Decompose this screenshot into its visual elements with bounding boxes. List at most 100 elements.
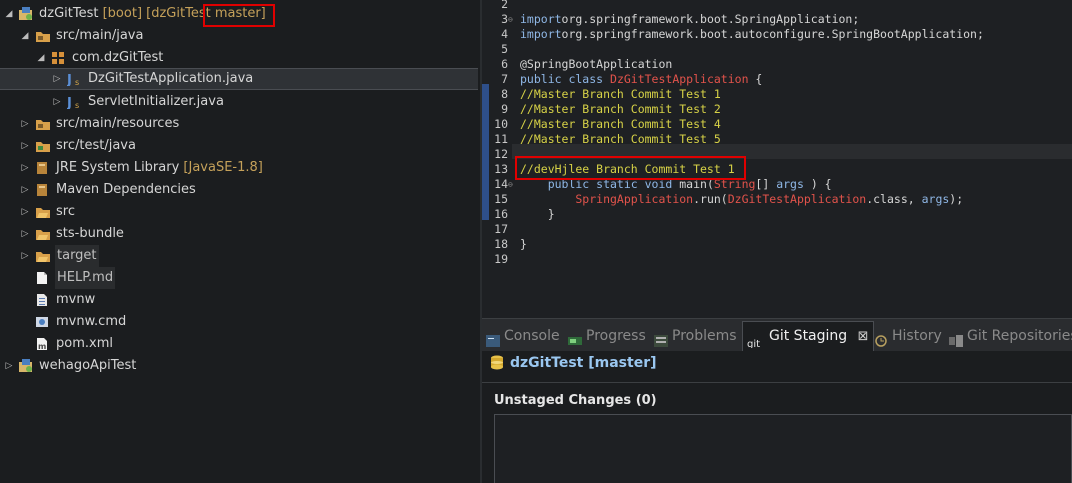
collapse-arrow-icon[interactable]: ▷ bbox=[19, 245, 31, 267]
code-token: import bbox=[520, 27, 562, 41]
folder-icon bbox=[35, 249, 50, 263]
tree-item-label: src bbox=[56, 204, 75, 219]
code-token: //Master Branch Commit Test 4 bbox=[520, 117, 721, 131]
code-line[interactable]: 5 bbox=[482, 42, 1072, 57]
close-tab-icon[interactable]: ⊠ bbox=[858, 329, 869, 344]
line-number: 3 bbox=[501, 12, 508, 26]
line-number: 17 bbox=[494, 222, 508, 236]
code-token: //Master Branch Commit Test 5 bbox=[520, 132, 721, 146]
code-token: .run( bbox=[693, 192, 728, 206]
code-line[interactable]: 11 //Master Branch Commit Test 5 bbox=[482, 132, 1072, 147]
tree-project-wehagoapitest[interactable]: ▷ wehagoApiTest bbox=[0, 355, 478, 377]
tree-item-dzgittestapplication[interactable]: ▷ Js DzGitTestApplication.java bbox=[0, 68, 478, 90]
tree-item-maven-dependencies[interactable]: ▷ Maven Dependencies bbox=[0, 179, 478, 201]
code-line[interactable]: 6 @SpringBootApplication bbox=[482, 57, 1072, 72]
tree-item-src-main-java[interactable]: ◢ src/main/java bbox=[0, 25, 478, 47]
line-number: 9 bbox=[501, 102, 508, 116]
code-text: importorg.springframework.boot.autoconfi… bbox=[520, 27, 984, 42]
code-token: ); bbox=[949, 192, 964, 206]
code-line[interactable]: 3 ⊖ importorg.springframework.boot.SpringA… bbox=[482, 12, 1072, 27]
tree-item-src-test-java[interactable]: ▷ src/test/java bbox=[0, 135, 478, 157]
tree-item-servletinitializer[interactable]: ▷ Js ServletInitializer.java bbox=[0, 91, 478, 113]
tab-console[interactable]: Console bbox=[486, 323, 560, 349]
tree-item-help-md[interactable]: HELP.md bbox=[0, 267, 478, 289]
tab-progress[interactable]: Progress bbox=[568, 323, 646, 349]
code-token: //Master Branch Commit Test 1 bbox=[520, 87, 721, 101]
tree-item-pom-xml[interactable]: m pom.xml bbox=[0, 333, 478, 355]
fold-toggle-icon[interactable]: ⊖ bbox=[508, 177, 513, 192]
code-line[interactable]: 19 bbox=[482, 252, 1072, 267]
code-line[interactable]: 7 public class DzGitTestApplication { bbox=[482, 72, 1072, 87]
unstaged-changes-header[interactable]: Unstaged Changes (0) bbox=[494, 390, 1072, 412]
tree-item-label: src/test/java bbox=[56, 138, 136, 153]
code-line[interactable]: 15 SpringApplication.run(DzGitTestApplic… bbox=[482, 192, 1072, 207]
expand-arrow-icon[interactable]: ◢ bbox=[3, 3, 15, 25]
git-repositories-icon bbox=[949, 330, 963, 347]
fold-toggle-icon[interactable]: ⊖ bbox=[508, 12, 513, 27]
collapse-arrow-icon[interactable]: ▷ bbox=[51, 91, 63, 113]
tree-item-mvnw-cmd[interactable]: mvnw.cmd bbox=[0, 311, 478, 333]
collapse-arrow-icon[interactable]: ▷ bbox=[19, 179, 31, 201]
tree-item-label: mvnw.cmd bbox=[56, 314, 127, 329]
code-line[interactable]: 18} bbox=[482, 237, 1072, 252]
tree-item-sts-bundle[interactable]: ▷ sts-bundle bbox=[0, 223, 478, 245]
tab-history[interactable]: History bbox=[874, 323, 942, 349]
code-token: DzGitTestApplication bbox=[727, 192, 867, 206]
svg-text:git: git bbox=[747, 339, 760, 348]
tree-item-mvnw[interactable]: mvnw bbox=[0, 289, 478, 311]
java-file-icon: Js bbox=[66, 95, 81, 111]
bottom-panel: Console Progress Problems git Git Staging… bbox=[482, 318, 1072, 483]
code-token: ) { bbox=[803, 177, 832, 191]
repo-title-text: dzGitTest [master] bbox=[510, 355, 657, 371]
collapse-arrow-icon[interactable]: ▷ bbox=[19, 201, 31, 223]
tab-git-staging[interactable]: git Git Staging ⊠ bbox=[742, 321, 874, 351]
expand-arrow-icon[interactable]: ◢ bbox=[19, 25, 31, 47]
collapse-arrow-icon[interactable]: ▷ bbox=[19, 223, 31, 245]
code-text: SpringApplication.run(DzGitTestApplicati… bbox=[520, 192, 963, 207]
line-number: 2 bbox=[501, 0, 508, 11]
code-token: { bbox=[748, 72, 763, 86]
tree-item-jre-library[interactable]: ▷ JRE System Library [JavaSE-1.8] bbox=[0, 157, 478, 179]
code-line[interactable]: 8 //Master Branch Commit Test 1 bbox=[482, 87, 1072, 102]
collapse-arrow-icon[interactable]: ▷ bbox=[51, 69, 63, 89]
git-icon: git bbox=[747, 330, 765, 350]
code-line[interactable]: 10 //Master Branch Commit Test 4 bbox=[482, 117, 1072, 132]
code-line[interactable]: 2 bbox=[482, 0, 1072, 12]
tree-item-label: target bbox=[55, 245, 99, 267]
code-editor[interactable]: 2 3 ⊖ importorg.springframework.boot.Spring… bbox=[482, 0, 1072, 318]
file-icon bbox=[35, 271, 49, 285]
unstaged-changes-list[interactable] bbox=[494, 414, 1072, 483]
code-line[interactable]: 16 } bbox=[482, 207, 1072, 222]
code-line[interactable]: 4 importorg.springframework.boot.autoconf… bbox=[482, 27, 1072, 42]
code-text: } bbox=[520, 237, 527, 252]
collapse-arrow-icon[interactable]: ▷ bbox=[19, 157, 31, 179]
code-line[interactable]: 17 bbox=[482, 222, 1072, 237]
library-icon bbox=[35, 183, 49, 197]
tab-problems[interactable]: Problems bbox=[654, 323, 737, 349]
tab-label: Progress bbox=[586, 328, 646, 344]
collapse-arrow-icon[interactable]: ▷ bbox=[19, 113, 31, 135]
collapse-arrow-icon[interactable]: ▷ bbox=[3, 355, 15, 377]
tab-git-repositories[interactable]: Git Repositories bbox=[949, 323, 1072, 349]
line-number: 15 bbox=[494, 192, 508, 206]
code-line[interactable]: 9 //Master Branch Commit Test 2 bbox=[482, 102, 1072, 117]
tree-item-src[interactable]: ▷ src bbox=[0, 201, 478, 223]
code-text: @SpringBootApplication bbox=[520, 57, 672, 72]
repo-tag: [dzGitTest bbox=[146, 6, 211, 21]
collapse-arrow-icon[interactable]: ▷ bbox=[19, 135, 31, 157]
code-token: import bbox=[520, 12, 562, 26]
spring-project-icon bbox=[18, 7, 32, 21]
tree-item-label: sts-bundle bbox=[56, 226, 124, 241]
tree-item-label: DzGitTestApplication.java bbox=[88, 71, 254, 86]
branch-highlight-box bbox=[203, 4, 275, 27]
tree-item-label: mvnw bbox=[56, 292, 96, 307]
svg-text:s: s bbox=[75, 101, 79, 109]
tab-label: History bbox=[892, 328, 942, 344]
expand-arrow-icon[interactable]: ◢ bbox=[35, 47, 47, 69]
console-icon bbox=[486, 330, 500, 347]
tree-item-src-main-resources[interactable]: ▷ src/main/resources bbox=[0, 113, 478, 135]
java-file-icon: Js bbox=[66, 72, 81, 88]
tree-item-target[interactable]: ▷ target bbox=[0, 245, 478, 267]
code-token: SpringApplication bbox=[520, 192, 694, 206]
tree-item-package[interactable]: ◢ com.dzGitTest bbox=[0, 47, 478, 69]
